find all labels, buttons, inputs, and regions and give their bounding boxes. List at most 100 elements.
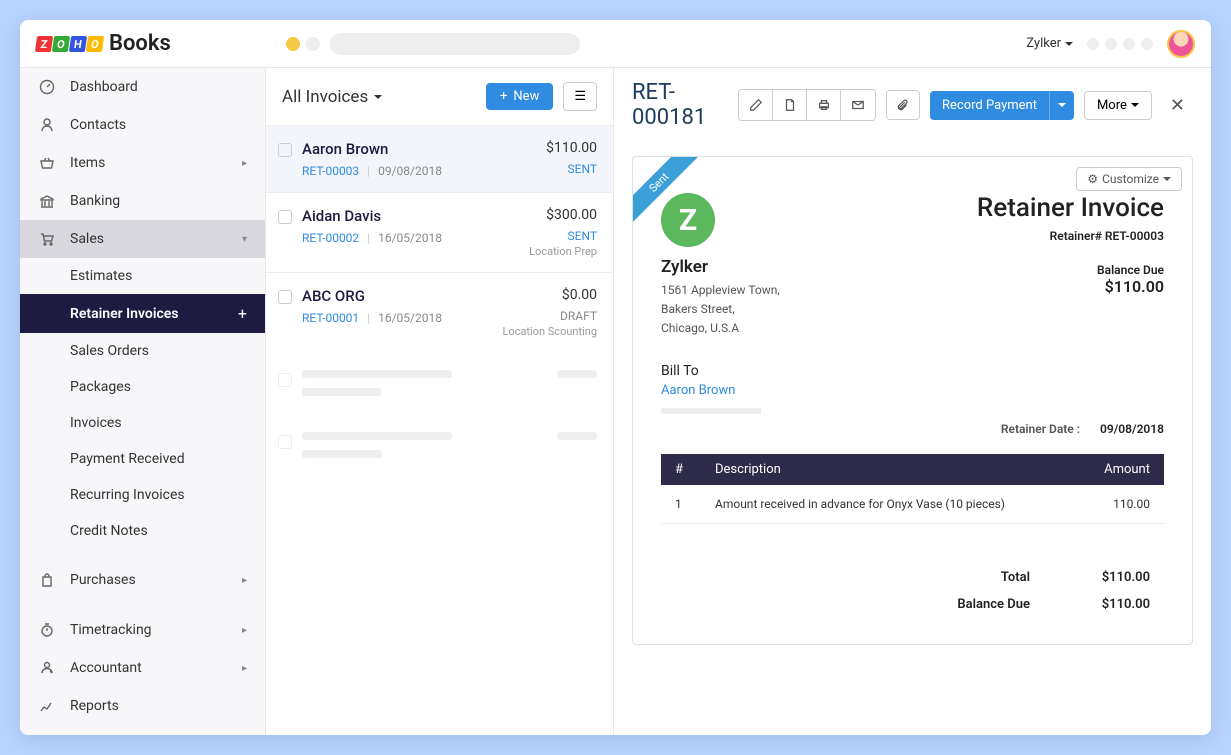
checkbox[interactable] xyxy=(278,143,292,157)
retainer-date-value: 09/08/2018 xyxy=(1100,422,1164,436)
company-address: 1561 Appleview Town, Bakers Street, Chic… xyxy=(661,281,780,339)
sidebar-item-label: Timetracking xyxy=(70,622,228,638)
sidebar-item-sales[interactable]: Sales ▾ xyxy=(20,220,265,258)
invoice-date: 16/05/2018 xyxy=(378,231,442,245)
record-payment-button[interactable]: Record Payment xyxy=(930,91,1074,120)
list-filter-dropdown[interactable]: All Invoices xyxy=(282,87,476,107)
invoice-amount: $0.00 xyxy=(502,287,597,303)
bill-to-block: Bill To Aaron Brown xyxy=(661,363,1164,414)
bag-icon xyxy=(38,571,56,589)
line-amt: 110.00 xyxy=(1070,497,1150,511)
record-payment-dropdown[interactable] xyxy=(1049,91,1074,120)
checkbox[interactable] xyxy=(278,210,292,224)
sidebar-sub-invoices[interactable]: Invoices xyxy=(20,405,265,441)
customize-button[interactable]: ⚙ Customize xyxy=(1076,167,1182,191)
action-icon-group xyxy=(738,89,876,121)
sidebar-item-reports[interactable]: Reports xyxy=(20,687,265,725)
sidebar: Dashboard Contacts Items ▸ Banking Sales… xyxy=(20,68,266,735)
sidebar-item-label: Sales xyxy=(70,231,228,247)
invoice-amount: $300.00 xyxy=(529,207,597,223)
sidebar-item-label: Items xyxy=(70,155,228,171)
bank-icon xyxy=(38,192,56,210)
plus-icon[interactable]: + xyxy=(238,304,247,323)
invoice-ref: RET-00001 xyxy=(302,311,359,325)
table-header: # Description Amount xyxy=(661,454,1164,485)
list-item[interactable]: ABC ORG RET-00001 | 16/05/2018 $0.00 DRA… xyxy=(266,272,613,352)
retainer-date-label: Retainer Date : xyxy=(1001,422,1080,436)
sidebar-sub-recurring-invoices[interactable]: Recurring Invoices xyxy=(20,477,265,513)
sidebar-sub-payment-received[interactable]: Payment Received xyxy=(20,441,265,477)
customer-name: Aidan Davis xyxy=(302,207,519,225)
sidebar-item-contacts[interactable]: Contacts xyxy=(20,106,265,144)
invoice-note: Location Prep xyxy=(529,245,597,258)
close-button[interactable]: ✕ xyxy=(1162,91,1193,120)
app-window: Z O H O Books Zylker Dashboard xyxy=(20,20,1211,735)
list-item[interactable]: Aidan Davis RET-00002 | 16/05/2018 $300.… xyxy=(266,192,613,272)
sidebar-sub-estimates[interactable]: Estimates xyxy=(20,258,265,294)
url-bar xyxy=(330,33,580,55)
caret-down-icon xyxy=(1065,42,1073,46)
caret-down-icon xyxy=(1163,177,1171,181)
sidebar-sub-packages[interactable]: Packages xyxy=(20,369,265,405)
sidebar-sub-credit-notes[interactable]: Credit Notes xyxy=(20,513,265,549)
invoice-note: Location Scounting xyxy=(502,325,597,338)
chevron-right-icon: ▸ xyxy=(242,625,247,636)
sidebar-item-label: Contacts xyxy=(70,117,247,133)
skeleton-line xyxy=(661,408,761,414)
col-header-desc: Description xyxy=(715,462,1070,477)
edit-button[interactable] xyxy=(739,90,773,120)
sidebar-item-accountant[interactable]: Accountant ▸ xyxy=(20,649,265,687)
avatar[interactable] xyxy=(1167,30,1195,58)
sidebar-item-dashboard[interactable]: Dashboard xyxy=(20,68,265,106)
caret-down-icon xyxy=(1058,103,1066,107)
checkbox[interactable] xyxy=(278,290,292,304)
invoice-amount: $110.00 xyxy=(546,140,597,156)
attachment-button[interactable] xyxy=(886,90,920,120)
basket-icon xyxy=(38,154,56,172)
detail-header: RET-000181 Record Payment More ✕ xyxy=(614,68,1211,142)
invoice-date: 09/08/2018 xyxy=(378,164,442,178)
customer-name: Aaron Brown xyxy=(302,140,536,158)
sidebar-item-purchases[interactable]: Purchases ▸ xyxy=(20,561,265,599)
email-button[interactable] xyxy=(841,90,875,120)
sidebar-item-banking[interactable]: Banking xyxy=(20,182,265,220)
invoice-status: SENT xyxy=(529,229,597,243)
invoice-ref: RET-00003 xyxy=(302,164,359,178)
books-label: Books xyxy=(109,31,171,56)
table-row: 1 Amount received in advance for Onyx Va… xyxy=(661,485,1164,524)
print-button[interactable] xyxy=(807,90,841,120)
invoice-status: DRAFT xyxy=(502,309,597,323)
chevron-right-icon: ▸ xyxy=(242,575,247,586)
sidebar-item-items[interactable]: Items ▸ xyxy=(20,144,265,182)
balance-row: Balance Due $110.00 xyxy=(661,591,1164,618)
caret-down-icon xyxy=(1131,103,1139,107)
list-item[interactable]: Aaron Brown RET-00003 | 09/08/2018 $110.… xyxy=(266,125,613,192)
header-action-dots xyxy=(1087,38,1153,50)
col-header-amt: Amount xyxy=(1070,462,1150,477)
invoice-list-pane: All Invoices + New ☰ Aaron Brown RET-000… xyxy=(266,68,614,735)
invoice-type-title: Retainer Invoice xyxy=(977,193,1164,223)
pdf-button[interactable] xyxy=(773,90,807,120)
company-name: Zylker xyxy=(661,257,780,277)
bill-to-name[interactable]: Aaron Brown xyxy=(661,383,1164,398)
accountant-icon xyxy=(38,659,56,677)
logo: Z O H O Books xyxy=(36,31,266,56)
new-button[interactable]: + New xyxy=(486,83,553,110)
gear-icon: ⚙ xyxy=(1087,172,1098,186)
caret-down-icon xyxy=(374,95,382,99)
hamburger-menu-button[interactable]: ☰ xyxy=(563,82,597,111)
sidebar-sub-sales-orders[interactable]: Sales Orders xyxy=(20,333,265,369)
col-header-num: # xyxy=(675,462,715,477)
gauge-icon xyxy=(38,78,56,96)
sidebar-sub-retainer-invoices[interactable]: Retainer Invoices + xyxy=(20,294,265,333)
browser-dots xyxy=(286,37,320,51)
plus-icon: + xyxy=(500,89,507,104)
invoice-date: 16/05/2018 xyxy=(378,311,442,325)
chart-icon xyxy=(38,697,56,715)
detail-title: RET-000181 xyxy=(632,80,728,130)
more-button[interactable]: More xyxy=(1084,91,1152,120)
sidebar-item-timetracking[interactable]: Timetracking ▸ xyxy=(20,611,265,649)
customer-name: ABC ORG xyxy=(302,287,492,305)
org-switcher[interactable]: Zylker xyxy=(1026,36,1073,51)
sidebar-item-label: Purchases xyxy=(70,572,228,588)
